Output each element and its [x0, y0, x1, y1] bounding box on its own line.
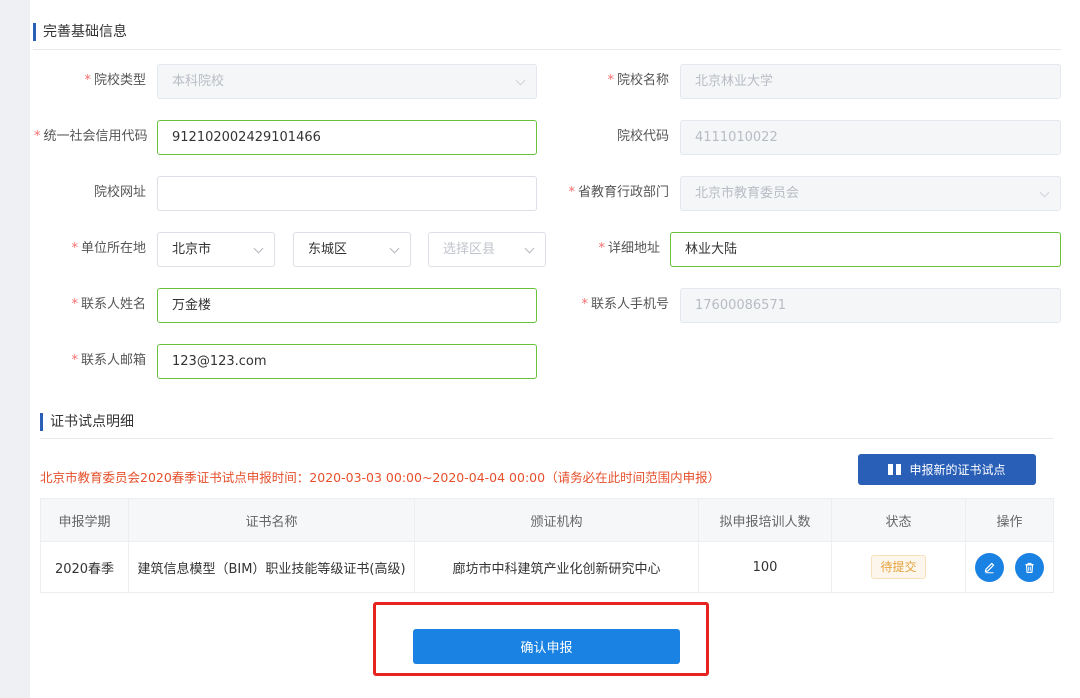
school-code-value: 4111010022 [695, 130, 778, 145]
chevron-down-icon [515, 75, 526, 86]
chevron-down-icon [389, 243, 400, 254]
delete-button[interactable] [1014, 552, 1044, 582]
col-header-issuer: 颁证机构 [414, 498, 699, 542]
school-name-field[interactable]: 北京林业大学 [680, 64, 1061, 99]
col-header-trainee-count: 拟申报培训人数 [698, 498, 832, 542]
edit-button[interactable] [975, 552, 1005, 582]
credit-code-input[interactable]: 912102002429101466 [157, 120, 537, 155]
cell-term: 2020春季 [40, 541, 129, 593]
required-mark: * [607, 73, 614, 88]
label-text: 联系人手机号 [590, 297, 669, 312]
label-text: 院校网址 [93, 185, 146, 200]
required-mark: * [71, 297, 78, 312]
required-mark: * [71, 241, 78, 256]
col-header-term: 申报学期 [40, 498, 129, 542]
section-title-basic-info: 完善基础信息 [33, 22, 127, 42]
col-header-status: 状态 [831, 498, 966, 542]
table-row: 2020春季 建筑信息模型（BIM）职业技能等级证书(高级) 廊坊市中科建筑产业… [40, 541, 1054, 593]
city-select[interactable]: 北京市 [157, 232, 275, 267]
contact-email-value: 123@123.com [172, 354, 267, 369]
table-header-row: 申报学期 证书名称 颁证机构 拟申报培训人数 状态 操作 [40, 498, 1054, 542]
required-mark: * [34, 129, 41, 144]
book-icon [888, 464, 902, 475]
new-cert-pilot-label: 申报新的证书试点 [909, 463, 1006, 477]
contact-name-input[interactable]: 万金楼 [157, 288, 537, 323]
label-text: 联系人姓名 [80, 297, 146, 312]
section-title-cert-detail: 证书试点明细 [40, 412, 134, 432]
chevron-down-icon [1039, 187, 1050, 198]
label-contact-email: * 联系人邮箱 [40, 344, 146, 378]
label-text: 院校类型 [93, 73, 146, 88]
required-mark: * [71, 353, 78, 368]
trash-icon [1025, 562, 1034, 573]
col-header-actions: 操作 [965, 498, 1054, 542]
required-mark: * [598, 241, 605, 256]
cell-issuer: 廊坊市中科建筑产业化创新研究中心 [414, 541, 699, 593]
school-name-value: 北京林业大学 [695, 74, 774, 89]
label-text: 详细地址 [607, 241, 660, 256]
district-value: 东城区 [308, 242, 348, 257]
status-badge: 待提交 [871, 555, 926, 579]
label-contact-name: * 联系人姓名 [40, 288, 146, 322]
credit-code-value: 912102002429101466 [172, 130, 321, 145]
contact-phone-field[interactable]: 17600086571 [680, 288, 1061, 323]
website-input[interactable] [157, 176, 537, 211]
label-contact-phone: * 联系人手机号 [560, 288, 669, 322]
address-value: 林业大陆 [685, 242, 738, 257]
label-text: 单位所在地 [80, 241, 146, 256]
declaration-time-notice: 北京市教育委员会2020春季证书试点申报时间：2020-03-03 00:00~… [40, 470, 721, 485]
city-value: 北京市 [172, 242, 212, 257]
label-text: 联系人邮箱 [80, 353, 146, 368]
cell-cert-name: 建筑信息模型（BIM）职业技能等级证书(高级) [128, 541, 415, 593]
edu-dept-value: 北京市教育委员会 [695, 186, 800, 201]
required-mark: * [568, 185, 575, 200]
label-text: 统一社会信用代码 [43, 129, 148, 144]
county-select[interactable]: 选择区县 [428, 232, 546, 267]
label-text: 院校代码 [616, 129, 669, 144]
required-mark: * [84, 73, 91, 88]
label-credit-code: * 统一社会信用代码 [34, 120, 148, 154]
section-divider [40, 438, 1053, 439]
contact-email-input[interactable]: 123@123.com [157, 344, 537, 379]
county-placeholder: 选择区县 [443, 242, 496, 257]
label-text: 院校名称 [616, 73, 669, 88]
chevron-down-icon [524, 243, 535, 254]
cell-actions [965, 541, 1054, 593]
contact-name-value: 万金楼 [172, 298, 212, 313]
col-header-cert-name: 证书名称 [128, 498, 415, 542]
cell-trainee-count: 100 [698, 541, 832, 593]
label-location: * 单位所在地 [40, 232, 146, 266]
label-edu-dept: * 省教育行政部门 [555, 176, 669, 210]
confirm-submit-button[interactable]: 确认申报 [413, 629, 680, 664]
label-text: 省教育行政部门 [577, 185, 669, 200]
cell-status: 待提交 [831, 541, 966, 593]
school-code-field[interactable]: 4111010022 [680, 120, 1061, 155]
label-website: 院校网址 [40, 176, 146, 210]
cert-table: 申报学期 证书名称 颁证机构 拟申报培训人数 状态 操作 2020春季 建筑信息… [40, 498, 1054, 593]
section-divider [33, 49, 1061, 50]
chevron-down-icon [253, 243, 264, 254]
school-type-value: 本科院校 [172, 74, 225, 89]
address-input[interactable]: 林业大陆 [670, 232, 1061, 267]
label-address: * 详细地址 [560, 232, 660, 266]
label-school-name: * 院校名称 [560, 64, 669, 98]
contact-phone-value: 17600086571 [695, 298, 786, 313]
school-type-select[interactable]: 本科院校 [157, 64, 537, 99]
new-cert-pilot-button[interactable]: 申报新的证书试点 [858, 454, 1036, 485]
label-school-code: 院校代码 [560, 120, 669, 154]
pencil-icon [985, 562, 995, 573]
district-select[interactable]: 东城区 [293, 232, 411, 267]
edu-dept-select[interactable]: 北京市教育委员会 [680, 176, 1061, 211]
required-mark: * [581, 297, 588, 312]
label-school-type: * 院校类型 [40, 64, 146, 98]
